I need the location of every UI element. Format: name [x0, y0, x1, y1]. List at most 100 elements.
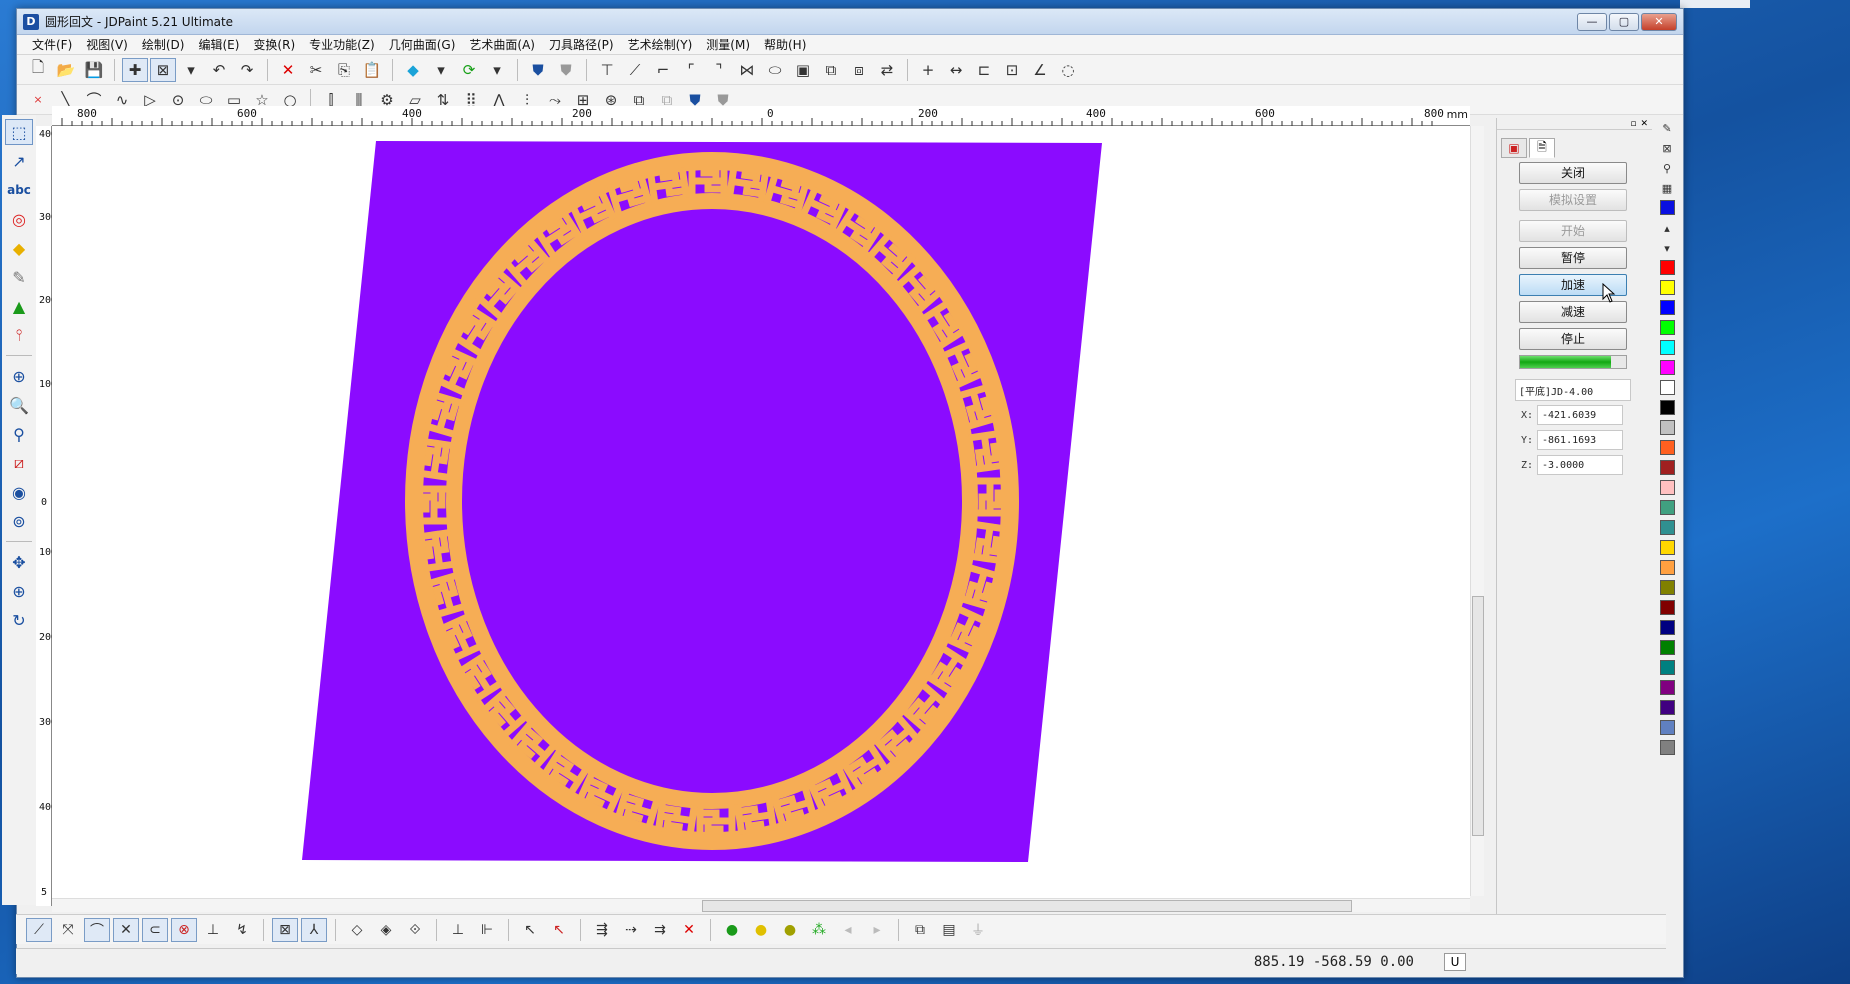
save-icon[interactable]: 💾	[81, 58, 107, 82]
fillet-icon[interactable]: ⌐	[650, 58, 676, 82]
zoom-in-icon[interactable]: 🔍	[5, 392, 33, 418]
text-tool-icon[interactable]: abc	[5, 177, 33, 203]
delete-path-icon[interactable]: ✕	[676, 918, 702, 942]
panel-close-icon[interactable]: ✕	[1640, 119, 1648, 129]
color-swatch[interactable]	[1659, 440, 1675, 455]
color-swatch[interactable]	[1659, 620, 1675, 635]
engrave-tool-icon[interactable]: ⫯	[5, 322, 33, 348]
menu-edit[interactable]: 编辑(E)	[191, 36, 246, 53]
select-tool-icon[interactable]: ⬚	[5, 119, 33, 145]
corner-icon[interactable]: ⌝	[706, 58, 732, 82]
snap-intersection-icon[interactable]: ✕	[113, 917, 139, 942]
path-check-icon[interactable]: ⇉	[647, 918, 673, 942]
dropdown-arrow-icon[interactable]: ▾	[484, 58, 510, 82]
plug-icon[interactable]: ⏚	[965, 918, 991, 942]
zoom-out-icon[interactable]: ⚲	[5, 421, 33, 447]
dimension-icon[interactable]: ↔	[943, 58, 969, 82]
color-swatch[interactable]	[1659, 680, 1675, 695]
arrow-left-gray-icon[interactable]: ◂	[835, 918, 861, 942]
ortho-icon[interactable]: ⅄	[301, 917, 327, 942]
menu-transform[interactable]: 变换(R)	[246, 36, 302, 53]
color-swatch[interactable]	[1659, 360, 1675, 375]
color-swatch[interactable]	[1659, 560, 1675, 575]
node-diamond-x-icon[interactable]: ⟐	[402, 918, 428, 942]
redo-icon[interactable]: ↷	[234, 58, 260, 82]
menu-art-draw[interactable]: 艺术绘制(Y)	[621, 36, 700, 53]
color-swatch[interactable]	[1659, 600, 1675, 615]
color-swatch[interactable]	[1659, 380, 1675, 395]
refresh-icon[interactable]: ⟳	[456, 58, 482, 82]
hatch-icon[interactable]: ▤	[936, 918, 962, 942]
arrow-right-gray-icon[interactable]: ▸	[864, 918, 890, 942]
point-x-icon[interactable]: ×	[25, 88, 51, 112]
path-edit-icon[interactable]: ⇢	[618, 918, 644, 942]
tab-layers-icon[interactable]: ▣	[1501, 138, 1527, 158]
color-swatch[interactable]	[1659, 300, 1675, 315]
horizontal-scroll-thumb[interactable]	[702, 900, 1352, 912]
view-eye-icon[interactable]: ◉	[5, 479, 33, 505]
trim-icon[interactable]: ⊤	[594, 58, 620, 82]
color-swatch[interactable]	[1659, 700, 1675, 715]
copy-pages-icon[interactable]: ⧉	[907, 918, 933, 942]
node-diamond-icon[interactable]: ◇	[344, 918, 370, 942]
sim-close-button[interactable]: 关闭	[1519, 162, 1627, 184]
color-swatch[interactable]	[1659, 520, 1675, 535]
bounding-box-icon[interactable]: ⊡	[999, 58, 1025, 82]
snap-tangent-icon[interactable]: ⊂	[142, 917, 168, 942]
render-shape-icon[interactable]: ◆	[400, 58, 426, 82]
color-swatch[interactable]	[1659, 660, 1675, 675]
rotate-view-icon[interactable]: ↻	[5, 607, 33, 633]
reverse-icon[interactable]: ⇄	[874, 58, 900, 82]
scroll-up-icon[interactable]: ▴	[1659, 220, 1675, 236]
sim-settings-button[interactable]: 模拟设置	[1519, 189, 1627, 211]
color-swatch[interactable]	[1659, 640, 1675, 655]
snap-arc-icon[interactable]: ⌒	[84, 917, 110, 942]
menu-toolpath[interactable]: 刀具路径(P)	[542, 36, 621, 53]
crosshair-icon[interactable]: ✚	[122, 57, 148, 82]
menu-draw[interactable]: 绘制(D)	[135, 36, 192, 53]
deselect-arrow-icon[interactable]: ↖	[546, 918, 572, 942]
color-swatch[interactable]	[1659, 580, 1675, 595]
sim-slow-down-button[interactable]: 减速	[1519, 301, 1627, 323]
break-icon[interactable]: ⋈	[734, 58, 760, 82]
color-swatch[interactable]	[1659, 480, 1675, 495]
align-icon[interactable]: ⊏	[971, 58, 997, 82]
color-swatch[interactable]	[1659, 420, 1675, 435]
color-swatch[interactable]	[1659, 280, 1675, 295]
tab-document-icon[interactable]: 🗎	[1529, 138, 1555, 158]
scroll-down-icon[interactable]: ▾	[1659, 240, 1675, 256]
pencil-icon[interactable]: ✎	[1659, 120, 1675, 136]
bulb-green-icon[interactable]: ●	[719, 918, 745, 942]
color-swatch[interactable]	[1659, 720, 1675, 735]
open-folder-icon[interactable]: 📂	[53, 58, 79, 82]
shield-gray-icon[interactable]: ⛊	[553, 58, 579, 82]
offset-icon[interactable]: ⬭	[762, 58, 788, 82]
zoom-fit-icon[interactable]: ⊚	[5, 508, 33, 534]
snap-center-icon[interactable]: ⊗	[171, 917, 197, 942]
angle-icon[interactable]: ∠	[1027, 58, 1053, 82]
node-tool-icon[interactable]: ↗	[5, 148, 33, 174]
pan-icon[interactable]: ✥	[5, 549, 33, 575]
dropdown-arrow-icon[interactable]: ▾	[428, 58, 454, 82]
eyedropper-icon[interactable]: ⚲	[1659, 160, 1675, 176]
menu-help[interactable]: 帮助(H)	[757, 36, 813, 53]
new-file-icon[interactable]: 🗋	[25, 58, 51, 82]
sim-stop-button[interactable]: 停止	[1519, 328, 1627, 350]
no-color-icon[interactable]: ⊠	[1659, 140, 1675, 156]
contour-icon[interactable]: ▣	[790, 58, 816, 82]
circle-tool-icon[interactable]: ◎	[5, 206, 33, 232]
snap-line-icon[interactable]: ⟋	[26, 917, 52, 942]
sim-pause-button[interactable]: 暂停	[1519, 247, 1627, 269]
color-swatch[interactable]	[1659, 740, 1675, 755]
horizontal-scrollbar[interactable]	[52, 898, 1470, 912]
zoom-all-icon[interactable]: ⧄	[5, 450, 33, 476]
lasso-icon[interactable]: ◌	[1055, 58, 1081, 82]
diamond-tool-icon[interactable]: ◆	[5, 235, 33, 261]
pattern-fill-icon[interactable]: ▦	[1659, 180, 1675, 196]
undo-icon[interactable]: ↶	[206, 58, 232, 82]
snap-endpoint-icon[interactable]: ⤧	[55, 918, 81, 942]
color-swatch[interactable]	[1659, 320, 1675, 335]
extend-icon[interactable]: ⟋	[622, 58, 648, 82]
color-swatch[interactable]	[1659, 260, 1675, 275]
menu-pro-functions[interactable]: 专业功能(Z)	[302, 36, 382, 53]
